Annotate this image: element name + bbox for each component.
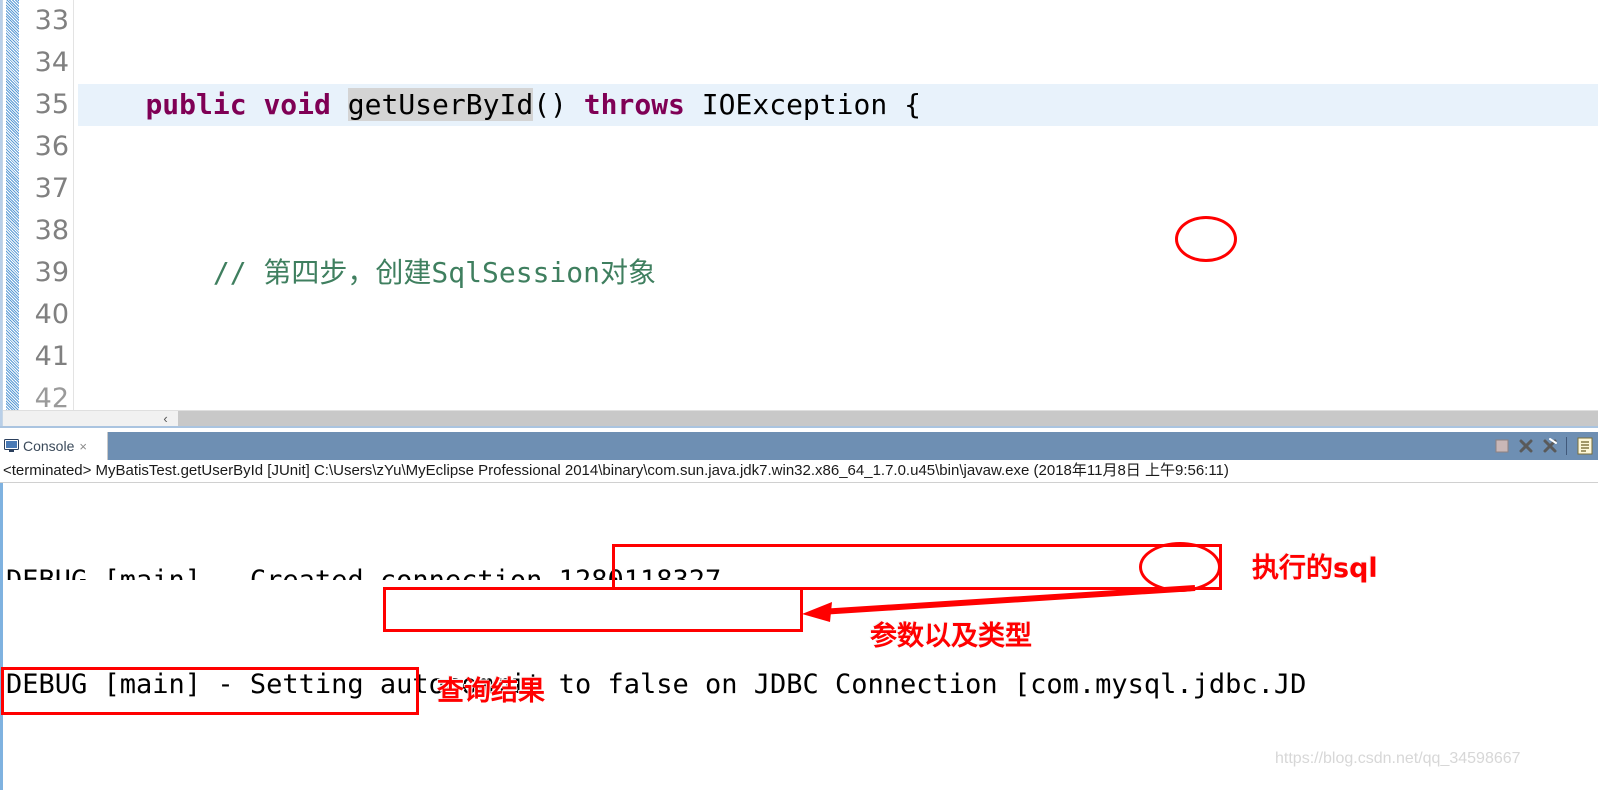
console-tab-bar: Console × bbox=[0, 432, 1598, 460]
tab-console-label: Console bbox=[23, 438, 75, 454]
method-name: getUserById bbox=[347, 88, 534, 121]
comment: // 第四步，创建SqlSession对象 bbox=[212, 256, 657, 289]
code-text[interactable]: public void getUserById() throws IOExcep… bbox=[78, 0, 1598, 428]
annotation-label-parameters: 参数以及类型 bbox=[870, 621, 1032, 652]
exception-type: IOException { bbox=[684, 88, 921, 121]
display-selected-console-icon[interactable] bbox=[1574, 435, 1596, 457]
code-line-34: // 第四步，创建SqlSession对象 bbox=[78, 252, 1598, 294]
editor-bottom-border bbox=[0, 426, 1598, 428]
line-number: 34 bbox=[34, 47, 69, 78]
code-editor[interactable]: 33 34 35 36 37 38 39 40 41 42 public voi… bbox=[0, 0, 1598, 428]
terminate-all-icon[interactable] bbox=[1515, 435, 1537, 457]
annotation-label-sql: 执行的sql bbox=[1252, 553, 1378, 584]
scroll-left-arrow-icon[interactable]: ‹ bbox=[153, 411, 178, 427]
editor-change-ruler bbox=[6, 0, 19, 410]
line-number: 33 bbox=[34, 5, 69, 36]
close-icon[interactable]: × bbox=[79, 440, 87, 453]
watermark: https://blog.csdn.net/qq_34598667 bbox=[1275, 750, 1521, 767]
line-number: 35 bbox=[34, 89, 69, 120]
console-output[interactable]: DEBUG [main] - Created connection 128011… bbox=[6, 476, 1598, 790]
method-parens: () bbox=[533, 88, 584, 121]
editor-horizontal-scrollbar[interactable]: ‹ bbox=[3, 410, 1598, 427]
console-left-margin bbox=[0, 483, 3, 790]
line-number: 36 bbox=[34, 131, 69, 162]
stop-icon[interactable] bbox=[1491, 435, 1513, 457]
console-view[interactable]: Console × <terminated> MyBatisTest.getUs… bbox=[0, 432, 1598, 790]
tab-console[interactable]: Console × bbox=[0, 432, 108, 460]
code-line-33: public void getUserById() throws IOExcep… bbox=[78, 84, 1598, 126]
line-number: 37 bbox=[34, 173, 69, 204]
line-number: 39 bbox=[34, 257, 69, 288]
line-number: 38 bbox=[34, 215, 69, 246]
annotation-box-parameters bbox=[383, 587, 803, 632]
toolbar-separator bbox=[1566, 437, 1567, 455]
line-number: 41 bbox=[34, 341, 69, 372]
console-icon bbox=[4, 439, 19, 453]
annotation-label-result: 查询结果 bbox=[437, 676, 545, 707]
remove-all-terminated-icon[interactable] bbox=[1539, 435, 1561, 457]
scrollbar-thumb[interactable] bbox=[178, 411, 1598, 427]
gutter-separator bbox=[73, 0, 74, 410]
line-number-gutter: 33 34 35 36 37 38 39 40 41 42 bbox=[19, 0, 73, 414]
keyword-throws: throws bbox=[583, 88, 685, 121]
console-toolbar[interactable] bbox=[1489, 432, 1598, 460]
annotation-circle-param bbox=[1175, 216, 1237, 262]
annotation-box-result bbox=[1, 667, 419, 715]
line-number: 40 bbox=[34, 299, 69, 330]
keyword-void: void bbox=[263, 88, 331, 121]
keyword-public: public bbox=[145, 88, 247, 121]
